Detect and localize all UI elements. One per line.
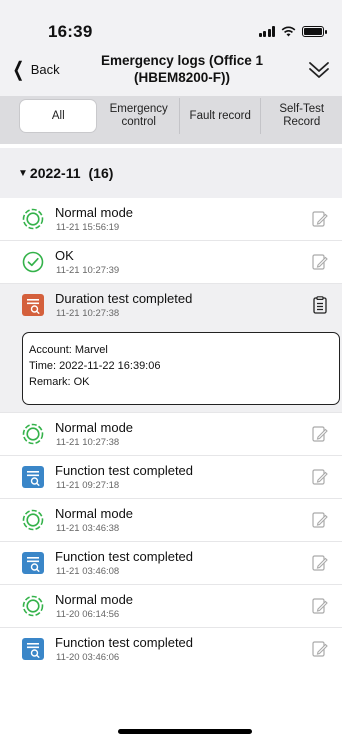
function-test-icon xyxy=(22,552,44,574)
edit-note-icon[interactable] xyxy=(312,253,328,271)
function-test-icon xyxy=(22,466,44,488)
tab-fault-record-label: Fault record xyxy=(189,109,251,122)
status-time: 16:39 xyxy=(48,22,93,41)
tab-self-test-record-label: Self-Test Record xyxy=(279,103,325,128)
detail-remark: Remark: OK xyxy=(29,376,90,388)
status-bar: 16:39 xyxy=(0,0,342,48)
segmented-tabs: All Emergency control Fault record Self-… xyxy=(18,98,342,134)
battery-icon xyxy=(302,26,327,37)
normal-mode-icon xyxy=(22,595,44,617)
double-chevron-down-icon[interactable] xyxy=(308,60,330,80)
record-time: 11-21 03:46:38 xyxy=(56,523,120,534)
list-item[interactable]: Normal mode 11-21 15:56:19 xyxy=(0,198,342,241)
document-list-icon[interactable] xyxy=(312,296,328,314)
record-time: 11-21 09:27:18 xyxy=(56,480,120,491)
edit-note-icon[interactable] xyxy=(312,597,328,615)
list-item[interactable]: Normal mode 11-21 10:27:38 xyxy=(0,413,342,456)
record-title: OK xyxy=(55,248,74,263)
record-time: 11-21 10:27:38 xyxy=(56,437,120,448)
ok-check-icon xyxy=(22,251,44,273)
caret-down-icon: ▼ xyxy=(18,167,28,179)
home-indicator xyxy=(118,729,252,734)
detail-account: Account: Marvel xyxy=(29,344,108,356)
edit-note-icon[interactable] xyxy=(312,511,328,529)
record-title: Function test completed xyxy=(55,463,194,478)
record-title: Function test completed xyxy=(55,635,194,650)
list-item[interactable]: Function test completed 11-21 03:46:08 xyxy=(0,542,342,585)
tab-emergency-control-label: Emergency control xyxy=(109,103,168,128)
chevron-left-icon: ❮ xyxy=(12,58,25,81)
edit-note-icon[interactable] xyxy=(312,554,328,572)
record-title: Normal mode xyxy=(55,420,134,435)
log-list: Normal mode 11-21 15:56:19 OK 11-21 10:2… xyxy=(0,198,342,671)
list-item[interactable]: Function test completed 11-21 09:27:18 xyxy=(0,456,342,499)
tab-fault-record[interactable]: Fault record xyxy=(178,98,261,134)
record-time: 11-21 03:46:08 xyxy=(56,566,120,577)
tab-all[interactable]: All xyxy=(19,99,98,133)
record-detail-panel: Account: Marvel Time: 2022-11-22 16:39:0… xyxy=(0,327,342,413)
record-title: Duration test completed xyxy=(55,291,193,306)
record-title: Normal mode xyxy=(55,506,134,521)
detail-time: Time: 2022-11-22 16:39:06 xyxy=(29,360,161,372)
normal-mode-icon xyxy=(22,423,44,445)
normal-mode-icon xyxy=(22,509,44,531)
list-item[interactable]: OK 11-21 10:27:39 xyxy=(0,241,342,284)
cellular-signal-icon xyxy=(258,26,275,37)
record-title: Normal mode xyxy=(55,205,134,220)
list-item[interactable]: Function test completed 11-20 03:46:06 xyxy=(0,628,342,671)
edit-note-icon[interactable] xyxy=(312,425,328,443)
month-group-header[interactable]: ▼ 2022-11 (16) xyxy=(0,148,342,198)
list-item[interactable]: Normal mode 11-20 06:14:56 xyxy=(0,585,342,628)
record-title: Function test completed xyxy=(55,549,194,564)
record-time: 11-20 06:14:56 xyxy=(56,609,120,620)
list-item-selected[interactable]: Duration test completed 11-21 10:27:38 xyxy=(0,284,342,327)
normal-mode-icon xyxy=(22,208,44,230)
tab-emergency-control[interactable]: Emergency control xyxy=(98,98,179,134)
edit-note-icon[interactable] xyxy=(312,640,328,658)
tab-bar-container: All Emergency control Fault record Self-… xyxy=(0,96,342,144)
list-item[interactable]: Normal mode 11-21 03:46:38 xyxy=(0,499,342,542)
status-icons xyxy=(258,26,327,37)
back-label: Back xyxy=(30,62,60,77)
page-title: Emergency logs (Office 1 (HBEM8200-F)) xyxy=(100,53,264,85)
wifi-icon xyxy=(281,26,296,37)
tab-all-label: All xyxy=(51,109,65,122)
record-time: 11-21 10:27:39 xyxy=(56,265,120,276)
navigation-bar: ❮ Back Emergency logs (Office 1 (HBEM820… xyxy=(0,48,342,96)
back-button[interactable]: ❮ Back xyxy=(10,58,60,81)
record-detail-box: Account: Marvel Time: 2022-11-22 16:39:0… xyxy=(22,332,340,405)
function-test-icon xyxy=(22,638,44,660)
edit-note-icon[interactable] xyxy=(312,210,328,228)
edit-note-icon[interactable] xyxy=(312,468,328,486)
record-time: 11-20 03:46:06 xyxy=(56,652,120,663)
duration-test-icon xyxy=(22,294,44,316)
tab-self-test-record[interactable]: Self-Test Record xyxy=(260,98,342,134)
group-month: 2022-11 xyxy=(29,165,81,181)
record-time: 11-21 10:27:38 xyxy=(56,308,120,319)
group-count: (16) xyxy=(88,165,114,181)
record-time: 11-21 15:56:19 xyxy=(56,222,120,233)
record-title: Normal mode xyxy=(55,592,134,607)
